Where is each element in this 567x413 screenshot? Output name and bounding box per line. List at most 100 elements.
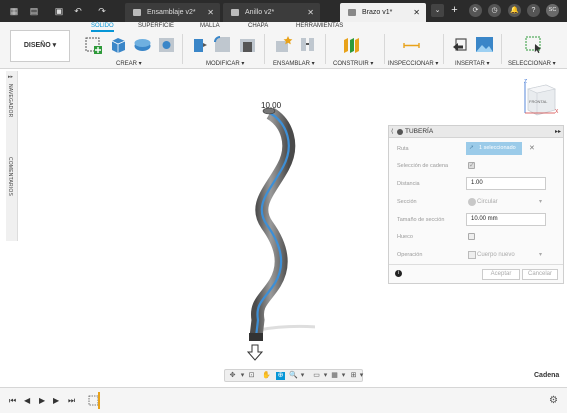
measure-icon[interactable] <box>402 35 421 54</box>
pipe-body[interactable] <box>225 95 315 365</box>
create-sketch-icon[interactable] <box>84 35 103 54</box>
component-icon <box>231 9 239 16</box>
hollow-checkbox[interactable] <box>468 233 475 240</box>
cancel-button[interactable]: Cancelar <box>522 269 558 280</box>
chain-selection-checkbox[interactable]: ✓ <box>468 162 475 169</box>
close-icon[interactable]: ✕ <box>207 3 214 22</box>
dialog-header[interactable]: ⟨ TUBERÍA ▸▸ <box>389 126 563 138</box>
notifications-icon[interactable]: 🔔 <box>508 4 521 17</box>
undo-icon[interactable]: ↶ <box>72 5 84 17</box>
look-at-icon[interactable]: ⊡ <box>247 372 256 380</box>
axis-z-label: Z <box>524 79 528 85</box>
go-to-end-icon[interactable]: ⏭ <box>68 397 75 405</box>
revolve-icon[interactable] <box>133 35 152 54</box>
chevron-down-icon[interactable]: ▾ <box>357 372 366 380</box>
insert-canvas-icon[interactable] <box>475 35 494 54</box>
tab-tools[interactable]: HERRAMIENTAS <box>296 23 343 29</box>
tab-mesh[interactable]: MALLA <box>200 23 220 29</box>
file-icon[interactable]: ▤ <box>28 5 40 17</box>
pan-icon[interactable]: ✋ <box>262 372 271 380</box>
group-inspeccionar[interactable]: INSPECCIONAR ▾ <box>388 60 438 67</box>
distance-input[interactable]: 1.00 <box>466 177 546 190</box>
timeline-marker-icon[interactable] <box>86 392 102 409</box>
tab-solid[interactable]: SÓLIDO <box>91 23 114 32</box>
chevron-down-icon[interactable]: ▾ <box>321 372 330 380</box>
fit-icon[interactable]: 🔍 <box>289 372 298 380</box>
group-construir[interactable]: CONSTRUIR ▾ <box>333 60 373 67</box>
expand-icon[interactable]: ▸▸ <box>8 74 13 80</box>
close-icon[interactable]: ✕ <box>413 3 420 22</box>
joint-icon[interactable] <box>298 35 317 54</box>
group-insertar[interactable]: INSERTAR ▾ <box>455 60 489 67</box>
path-value: 1 seleccionado <box>479 145 516 151</box>
viewcube-graphic[interactable] <box>522 79 559 117</box>
step-forward-icon[interactable]: ▶ <box>53 397 59 405</box>
hole-icon[interactable] <box>157 35 176 54</box>
insert-derive-icon[interactable] <box>451 35 470 54</box>
ok-button[interactable]: Aceptar <box>482 269 520 280</box>
job-status-icon[interactable]: ◷ <box>488 4 501 17</box>
extensions-icon[interactable]: ⟳ <box>469 4 482 17</box>
step-back-icon[interactable]: ◀ <box>24 397 30 405</box>
section-select[interactable]: Circular <box>477 199 498 205</box>
group-crear[interactable]: CREAR ▾ <box>116 60 142 67</box>
extrude-icon[interactable] <box>109 35 128 54</box>
section-label: Sección <box>397 199 417 205</box>
section-size-input[interactable]: 10.00 mm <box>466 213 546 226</box>
tab-brazo[interactable]: Brazo v1* ✕ <box>340 3 426 22</box>
zoom-icon[interactable]: ⊕ <box>276 372 285 380</box>
group-seleccionar[interactable]: SELECCIONAR ▾ <box>508 60 556 67</box>
new-component-icon[interactable] <box>274 35 293 54</box>
tab-surface[interactable]: SUPERFICIE <box>138 23 174 29</box>
timeline-settings-gear-icon[interactable]: ⚙ <box>549 395 558 406</box>
chevron-down-icon[interactable]: ▾ <box>539 251 542 258</box>
hollow-label: Hueco <box>397 234 413 240</box>
close-icon[interactable]: ✕ <box>307 3 314 22</box>
component-icon <box>133 9 141 16</box>
timeline-bar: ⏮ ◀ ▶ ▶ ⏭ ⚙ <box>0 387 567 413</box>
save-icon[interactable]: ▣ <box>53 5 65 17</box>
tab-sheet-metal[interactable]: CHAPA <box>248 23 268 29</box>
press-pull-icon[interactable] <box>190 35 209 54</box>
display-settings-icon[interactable]: ▭ <box>312 372 321 380</box>
select-icon[interactable] <box>524 35 543 54</box>
info-icon[interactable]: i <box>395 270 402 277</box>
tab-label: Brazo v1* <box>362 9 393 16</box>
tab-ensamblaje[interactable]: Ensamblaje v2* ✕ <box>125 3 220 22</box>
chevron-down-icon[interactable]: ▾ <box>238 372 247 380</box>
offset-plane-icon[interactable] <box>342 35 361 54</box>
redo-icon[interactable]: ↷ <box>96 5 108 17</box>
group-modificar[interactable]: MODIFICAR ▾ <box>206 60 244 67</box>
dialog-collapse-icon[interactable]: ⟨ <box>391 128 393 135</box>
go-to-start-icon[interactable]: ⏮ <box>9 397 16 405</box>
fillet-icon[interactable] <box>213 35 232 54</box>
separator <box>264 34 265 64</box>
viewcube-front-label: FRONTAL <box>529 99 548 104</box>
chevron-down-icon[interactable]: ▾ <box>539 198 542 205</box>
tab-anillo[interactable]: Anillo v2* ✕ <box>223 3 320 22</box>
dialog-expand-icon[interactable]: ▸▸ <box>555 128 561 135</box>
path-select-button[interactable]: ➚ 1 seleccionado <box>466 142 522 155</box>
pipe-dialog: ⟨ TUBERÍA ▸▸ Ruta ➚ 1 seleccionado ✕ Sel… <box>388 125 564 284</box>
comments-label[interactable]: COMENTARIOS <box>7 157 13 196</box>
chevron-down-icon[interactable]: ▾ <box>298 372 307 380</box>
play-icon[interactable]: ▶ <box>39 397 45 405</box>
tab-list-chevron-icon[interactable]: ⌄ <box>431 4 444 17</box>
navigator-label[interactable]: NAVEGADOR <box>7 84 13 117</box>
separator <box>182 34 183 64</box>
viewcube[interactable]: FRONTAL Z X <box>522 79 559 117</box>
shell-icon[interactable] <box>238 35 257 54</box>
grid-settings-icon[interactable]: ▦ <box>330 372 339 380</box>
help-icon[interactable]: ? <box>527 4 540 17</box>
workspace-design-button[interactable]: DISEÑO ▾ <box>10 30 70 62</box>
grid-menu-icon[interactable]: ▦ <box>8 5 20 17</box>
operation-select[interactable]: Cuerpo nuevo <box>477 252 515 258</box>
orbit-icon[interactable]: ✥ <box>228 372 237 380</box>
dialog-status-icon <box>397 129 403 135</box>
chevron-down-icon[interactable]: ▾ <box>339 372 348 380</box>
group-ensamblar[interactable]: ENSAMBLAR ▾ <box>273 60 315 67</box>
browser-side-panel[interactable]: ▸▸ NAVEGADOR COMENTARIOS <box>6 71 18 241</box>
new-tab-icon[interactable]: + <box>448 4 461 17</box>
clear-selection-icon[interactable]: ✕ <box>529 144 535 152</box>
avatar[interactable]: SC <box>546 4 559 17</box>
